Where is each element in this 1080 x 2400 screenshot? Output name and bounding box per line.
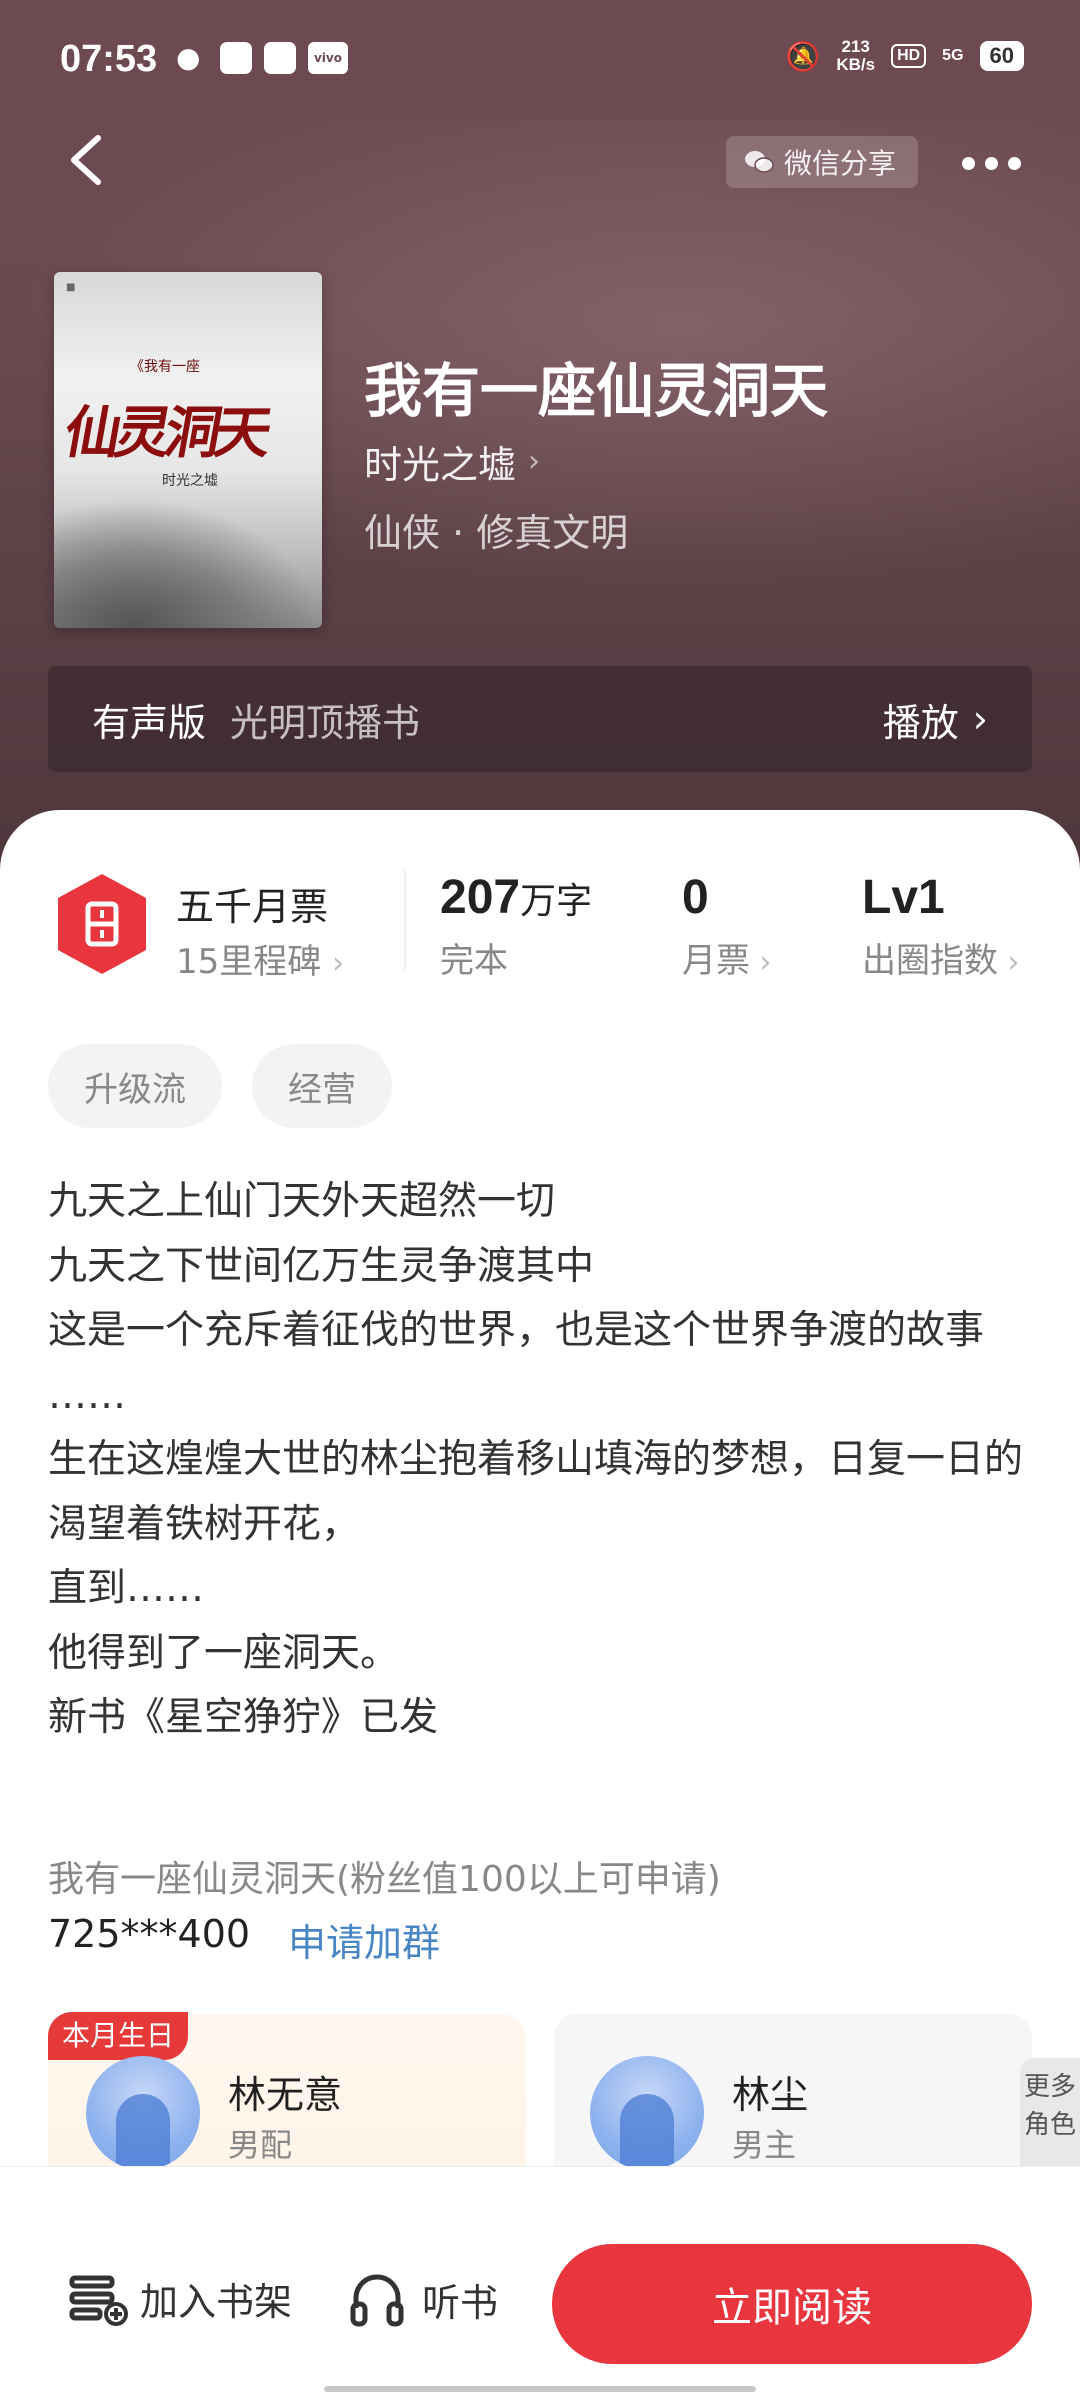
cover-publisher-mark: ■ <box>66 282 76 293</box>
audio-narrator: 光明顶播书 <box>230 700 421 745</box>
stat-words: 207万字 完本 <box>440 870 592 982</box>
monthly-label: 月票 <box>682 941 750 981</box>
back-arrow-icon <box>71 135 101 185</box>
chevron-right-icon: › <box>972 697 988 741</box>
description-line: 九天之上仙门天外天超然一切 <box>48 1179 556 1224</box>
author-link[interactable]: 时光之墟 › <box>364 434 540 489</box>
stats-divider <box>404 870 406 970</box>
dot-icon <box>962 156 975 170</box>
add-to-shelf-button[interactable]: 加入书架 <box>66 2270 292 2326</box>
level-value: Lv1 <box>862 871 945 924</box>
character-role: 男配 <box>228 2126 293 2164</box>
book-cover[interactable]: ■ 《我有一座 仙灵洞天 时光之墟 <box>54 272 322 628</box>
cover-title: 仙灵洞天 <box>59 400 272 466</box>
fan-group-id: 725***400 <box>48 1912 251 1956</box>
add-to-shelf-label: 加入书架 <box>140 2279 293 2324</box>
monthly-value: 0 <box>682 871 709 924</box>
description-line: 新书《星空狰狞》已发 <box>48 1695 439 1740</box>
words-label: 完本 <box>440 941 508 981</box>
chevron-right-icon: › <box>750 945 772 980</box>
audio-version-bar[interactable]: 有声版 光明顶播书 播放 › <box>48 666 1032 772</box>
book-genre: 仙侠 · 修真文明 <box>364 511 629 555</box>
stat-popularity[interactable]: Lv1 出圈指数 › <box>862 870 1020 982</box>
description-line: 这是一个充斥着征伐的世界，也是这个世界争渡的故事 <box>48 1308 985 1353</box>
wechat-notification-icon: ● <box>176 41 201 74</box>
fan-group-name: 我有一座仙灵洞天(粉丝值100以上可申请) <box>48 1859 721 1900</box>
character-role: 男主 <box>732 2126 797 2164</box>
mute-bell-icon: 🔕 <box>785 39 821 73</box>
tag-chip[interactable]: 升级流 <box>48 1044 222 1128</box>
description-line: …… <box>48 1372 126 1418</box>
description-line: 他得到了一座洞天。 <box>48 1630 400 1676</box>
chevron-right-icon: › <box>332 946 345 981</box>
character-name: 林尘 <box>732 2073 809 2117</box>
app-notification-icon <box>264 42 296 74</box>
dot-icon <box>1008 156 1021 170</box>
avatar <box>86 2056 200 2170</box>
words-value: 207 <box>440 871 521 924</box>
home-indicator[interactable] <box>324 2386 756 2392</box>
battery-icon: 60 <box>979 41 1024 71</box>
message-notification-icon <box>220 42 252 74</box>
stat-monthly-tickets[interactable]: 0 月票 › <box>682 870 772 982</box>
wechat-share-button[interactable]: 微信分享 <box>726 136 919 188</box>
vivo-notification-icon: vivo <box>308 42 348 74</box>
ticket-title: 五千月票 <box>176 885 329 929</box>
book-title: 我有一座仙灵洞天 <box>364 357 829 425</box>
chevron-right-icon: › <box>998 945 1020 980</box>
ticket-milestone-label: 15里程碑 <box>176 942 322 982</box>
back-button[interactable] <box>60 128 110 192</box>
cover-subtitle: 《我有一座 <box>130 359 200 375</box>
book-description[interactable]: 九天之上仙门天外天超然一切 九天之下世间亿万生灵争渡其中 这是一个充斥着征伐的世… <box>48 1170 1038 1751</box>
net-speed-value: 213 <box>841 37 870 56</box>
birthday-badge: 本月生日 <box>48 2012 189 2060</box>
cover-landscape <box>54 498 322 628</box>
ticket-milestone[interactable]: 15里程碑 › <box>176 934 344 983</box>
monthly-ticket-icon[interactable] <box>50 870 154 978</box>
status-bar: 07:53 ● vivo 🔕 213 KB/s HD 5G 60 <box>0 0 1080 120</box>
apply-join-group-link[interactable]: 申请加群 <box>288 1912 440 1967</box>
hd-icon: HD <box>891 44 927 68</box>
words-unit: 万字 <box>520 881 593 922</box>
audio-label: 有声版 <box>92 700 207 745</box>
bookshelf-add-icon <box>69 2275 128 2326</box>
tag-chip[interactable]: 经营 <box>252 1044 392 1128</box>
play-label: 播放 <box>882 700 959 745</box>
status-time: 07:53 <box>60 38 158 80</box>
signal-icon: 5G <box>942 47 964 64</box>
cover-author: 时光之墟 <box>162 473 218 489</box>
net-speed-unit: KB/s <box>836 55 876 74</box>
description-line: 生在这煌煌大世的林尘抱着移山填海的梦想，日复一日的渴望着铁树开花， <box>48 1437 1024 1547</box>
description-line: 九天之下世间亿万生灵争渡其中 <box>48 1243 595 1289</box>
status-right: 🔕 213 KB/s HD 5G 60 <box>785 38 1024 74</box>
description-line: 直到…… <box>48 1566 205 1611</box>
play-button[interactable]: 播放 › <box>883 692 988 747</box>
author-name: 时光之墟 <box>364 443 517 487</box>
more-options-button[interactable] <box>962 138 1032 188</box>
headphones-icon <box>350 2274 404 2327</box>
notification-icons: ● vivo <box>176 42 348 74</box>
listen-button[interactable]: 听书 <box>348 2270 498 2328</box>
dot-icon <box>985 156 998 170</box>
chevron-right-icon: › <box>528 444 541 479</box>
character-name: 林无意 <box>228 2073 343 2117</box>
wechat-icon <box>745 151 774 173</box>
listen-label: 听书 <box>422 2280 499 2325</box>
read-now-button[interactable]: 立即阅读 <box>552 2244 1032 2364</box>
level-label: 出圈指数 <box>862 941 998 981</box>
share-label: 微信分享 <box>784 147 897 180</box>
net-speed: 213 KB/s <box>836 38 875 74</box>
avatar <box>590 2056 704 2170</box>
